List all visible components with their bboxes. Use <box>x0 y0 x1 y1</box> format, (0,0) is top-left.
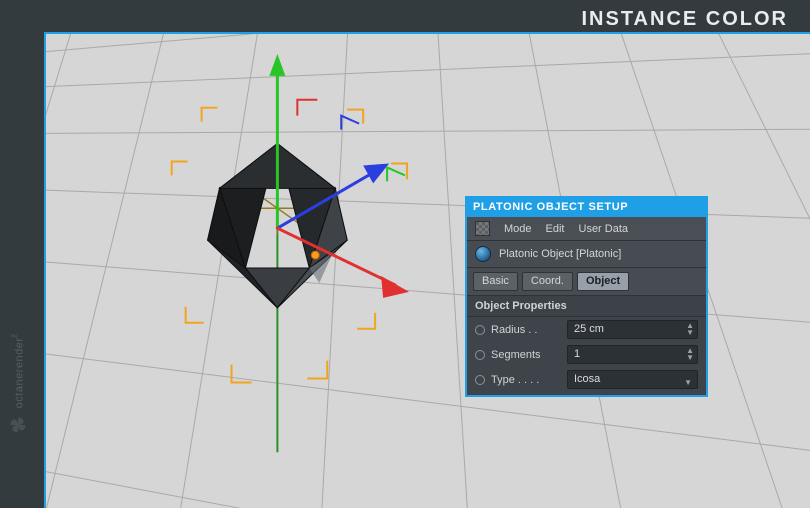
menu-edit[interactable]: Edit <box>546 223 565 235</box>
brand-text: octanerender™ <box>11 330 26 408</box>
tab-coord[interactable]: Coord. <box>522 272 573 291</box>
stepper-icon[interactable]: ▲▼ <box>686 347 694 361</box>
brand-block: octanerender™ <box>4 330 32 490</box>
menu-userdata[interactable]: User Data <box>579 223 629 235</box>
stepper-icon[interactable]: ▲▼ <box>686 322 694 336</box>
prop-segments-input[interactable]: 1 ▲▼ <box>567 345 698 364</box>
tab-object[interactable]: Object <box>577 272 629 291</box>
object-name: Platonic Object [Platonic] <box>499 248 621 260</box>
pinwheel-icon <box>7 414 29 436</box>
properties-panel: PLATONIC OBJECT SETUP Mode Edit User Dat… <box>465 196 708 397</box>
radio-icon[interactable] <box>475 375 485 385</box>
panel-tabs: Basic Coord. Object <box>467 268 706 296</box>
prop-type: Type . . . . Icosa ▼ <box>467 367 706 395</box>
panel-menubar: Mode Edit User Data <box>467 217 706 241</box>
page-title: INSTANCE COLOR <box>581 8 788 31</box>
prop-type-label: Type . . . . <box>491 374 561 386</box>
grid-icon[interactable] <box>475 221 490 236</box>
prop-radius-label: Radius . . <box>491 324 561 336</box>
prop-segments-label: Segments <box>491 349 561 361</box>
tab-basic[interactable]: Basic <box>473 272 518 291</box>
prop-radius-input[interactable]: 25 cm ▲▼ <box>567 320 698 339</box>
radio-icon[interactable] <box>475 325 485 335</box>
panel-title: PLATONIC OBJECT SETUP <box>467 198 706 217</box>
viewport-3d[interactable]: PLATONIC OBJECT SETUP Mode Edit User Dat… <box>44 32 810 508</box>
menu-mode[interactable]: Mode <box>504 223 532 235</box>
radio-icon[interactable] <box>475 350 485 360</box>
sphere-icon <box>475 246 491 262</box>
prop-radius: Radius . . 25 cm ▲▼ <box>467 317 706 342</box>
object-row: Platonic Object [Platonic] <box>467 241 706 268</box>
section-title: Object Properties <box>467 296 706 317</box>
prop-type-select[interactable]: Icosa ▼ <box>567 370 698 389</box>
prop-segments: Segments 1 ▲▼ <box>467 342 706 367</box>
chevron-down-icon[interactable]: ▼ <box>684 374 692 391</box>
